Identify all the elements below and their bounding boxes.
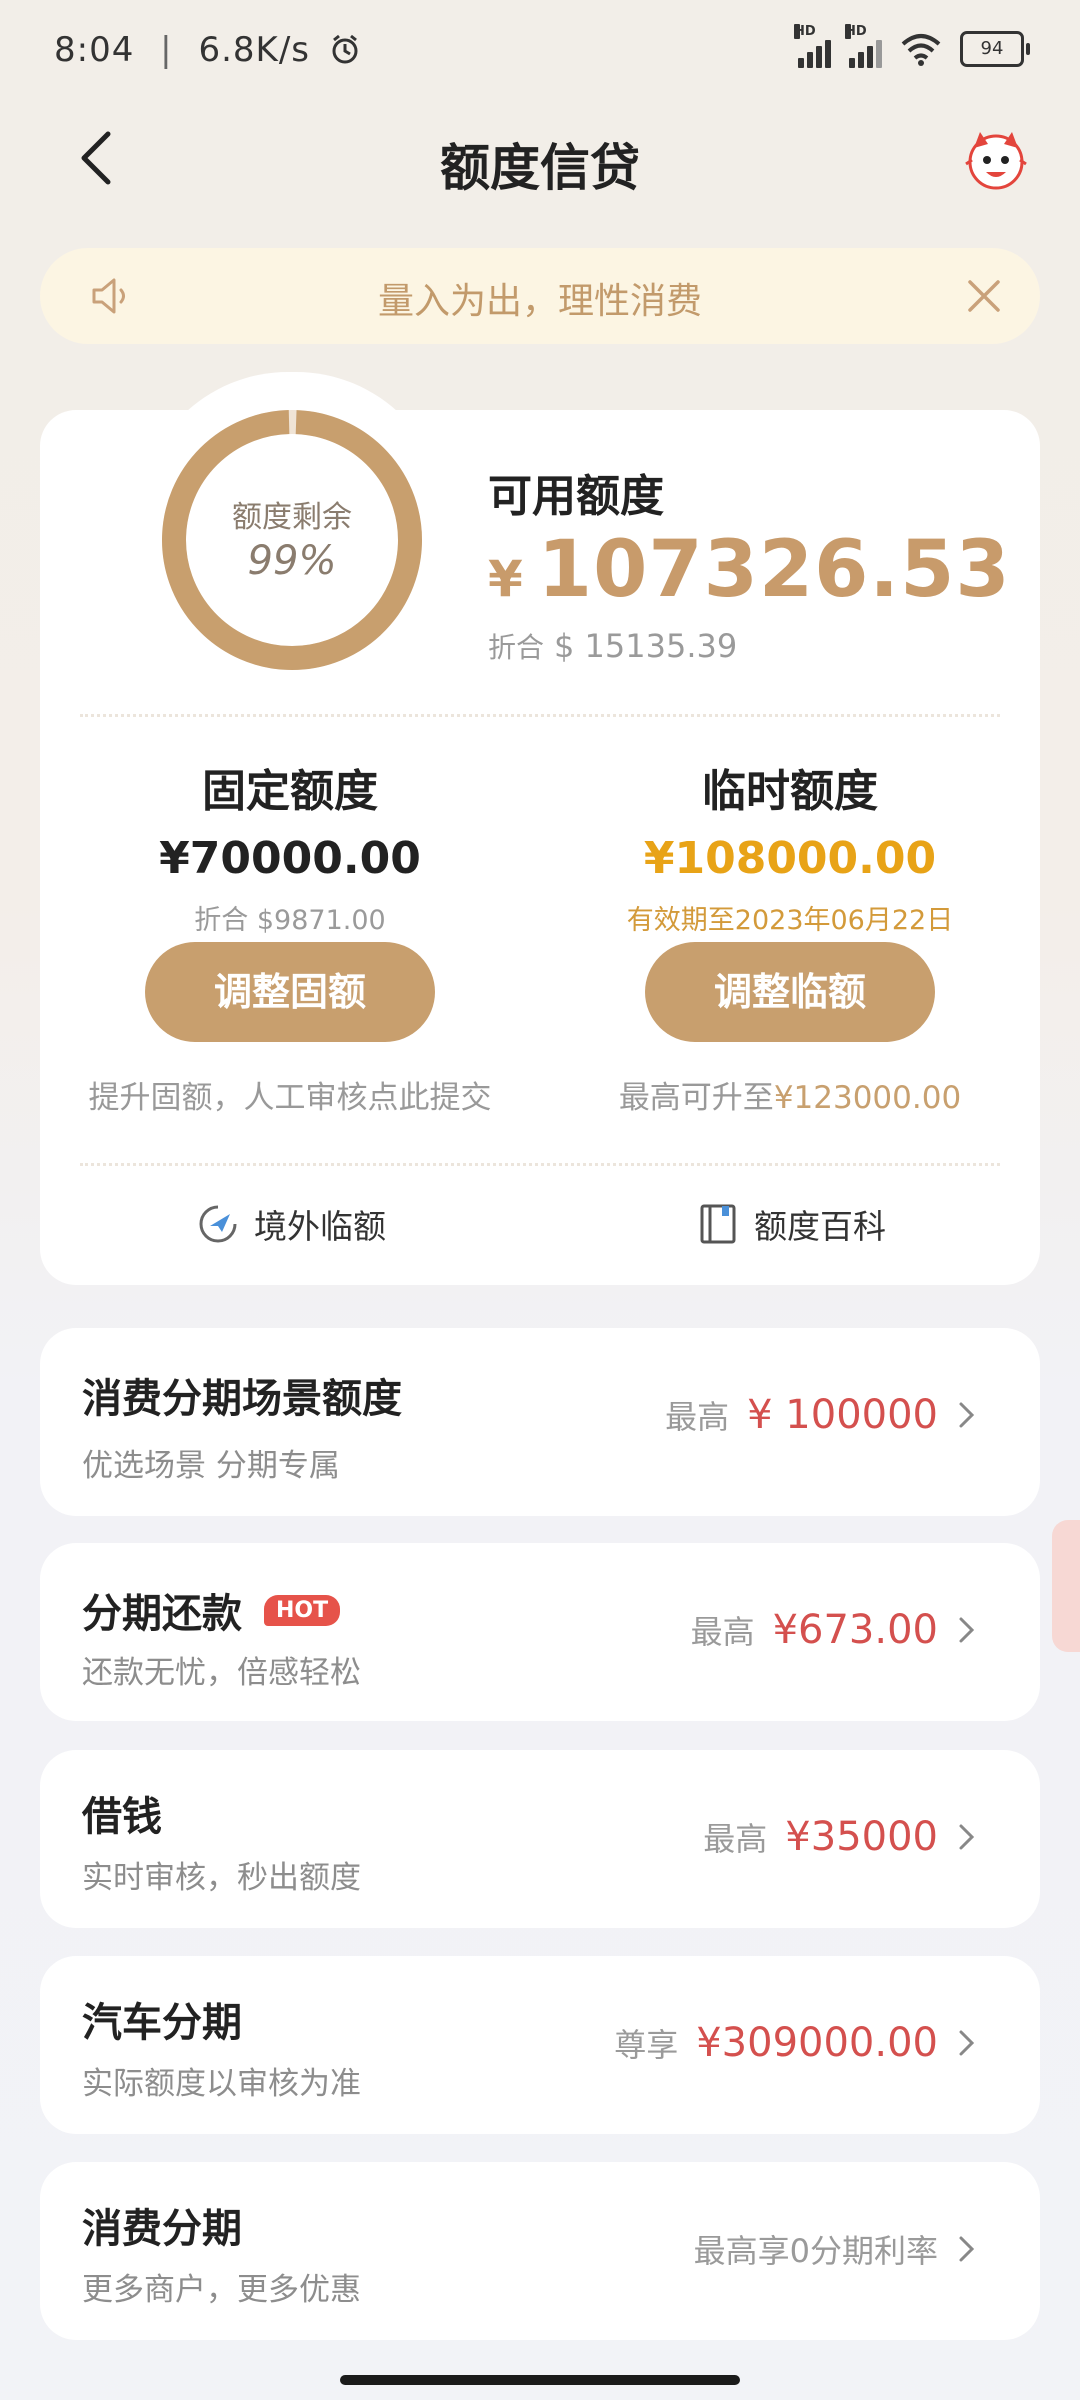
chevron-right-icon xyxy=(959,1617,975,1643)
wifi-icon xyxy=(901,34,941,66)
fixed-sub: 折合 $9871.00 xyxy=(194,905,386,936)
status-bar: 8:04 | 6.8K/s HD HD 94 xyxy=(0,0,1080,100)
list-item-car-installment[interactable]: 汽车分期 实际额度以审核为准 尊享 ¥309000.00 xyxy=(40,1956,1040,2134)
credit-ring: 额度剩余 99% xyxy=(160,408,424,672)
fixed-amount: ¥70000.00 xyxy=(159,833,421,884)
nav-bar: 额度信贷 xyxy=(0,100,1080,220)
item-subtitle: 实际额度以审核为准 xyxy=(82,2066,361,2102)
item-right: 最高 ¥35000 xyxy=(703,1814,978,1860)
temporary-amount: ¥108000.00 xyxy=(643,833,937,884)
chevron-right-icon xyxy=(959,2236,975,2262)
alarm-icon xyxy=(332,34,358,64)
ring-label: 额度剩余 xyxy=(232,500,352,535)
item-title: 借钱 xyxy=(82,1794,162,1840)
fixed-credit: 固定额度 ¥70000.00 折合 $9871.00 xyxy=(60,755,520,937)
fixed-title: 固定额度 xyxy=(202,766,378,817)
temporary-hint[interactable]: 最高可升至¥123000.00 xyxy=(540,1072,1040,1117)
list-item-borrow[interactable]: 借钱 实时审核，秒出额度 最高 ¥35000 xyxy=(40,1750,1040,1928)
list-item-scene-credit[interactable]: 消费分期场景额度 优选场景 分期专属 最高 ¥ 100000 xyxy=(40,1328,1040,1516)
signal-icon-2: HD xyxy=(845,24,882,68)
item-subtitle: 还款无忧，倍感轻松 xyxy=(82,1655,361,1691)
battery-icon: 94 xyxy=(960,31,1030,67)
divider xyxy=(80,1163,1000,1166)
divider xyxy=(80,714,1000,717)
notice-banner: 量入为出，理性消费 xyxy=(40,248,1040,344)
temporary-credit: 临时额度 ¥108000.00 有效期至2023年06月22日 xyxy=(560,755,1020,937)
signal-icon: HD xyxy=(794,24,831,68)
temporary-title: 临时额度 xyxy=(702,766,878,817)
network-speed: 6.8K/s xyxy=(198,30,310,70)
item-right: 最高享0分期利率 xyxy=(694,2226,978,2272)
list-item-installment-repay[interactable]: 分期还款 HOT 还款无忧，倍感轻松 最高 ¥673.00 xyxy=(40,1543,1040,1721)
item-title: 消费分期场景额度 xyxy=(82,1376,402,1422)
page-title: 额度信贷 xyxy=(440,139,640,197)
item-title: 分期还款 HOT xyxy=(82,1581,341,1639)
floating-promo-tab[interactable] xyxy=(1052,1520,1080,1652)
mascot-icon[interactable] xyxy=(960,124,1032,196)
hot-badge: HOT xyxy=(264,1594,341,1626)
book-icon xyxy=(700,1204,736,1244)
available-title: 可用额度 xyxy=(488,471,664,522)
temporary-sub: 有效期至2023年06月22日 xyxy=(626,905,954,936)
notice-text: 量入为出，理性消费 xyxy=(377,281,702,322)
item-title: 消费分期 xyxy=(82,2206,242,2252)
quick-link-label: 境外临额 xyxy=(254,1207,386,1246)
ring-percent: 99% xyxy=(247,538,337,584)
item-right: 最高 ¥ 100000 xyxy=(665,1392,978,1438)
chevron-right-icon xyxy=(959,1824,975,1850)
item-right: 尊享 ¥309000.00 xyxy=(614,2020,978,2066)
list-item-consumer-installment[interactable]: 消费分期 更多商户，更多优惠 最高享0分期利率 xyxy=(40,2162,1040,2340)
credit-wiki-link[interactable]: 额度百科 xyxy=(696,1200,886,1248)
item-title: 汽车分期 xyxy=(82,2000,242,2046)
chevron-right-icon xyxy=(959,2030,975,2056)
fixed-hint[interactable]: 提升固额，人工审核点此提交 xyxy=(40,1072,540,1117)
item-subtitle: 优选场景 分期专属 xyxy=(82,1448,340,1484)
adjust-fixed-button[interactable]: 调整固额 xyxy=(145,942,435,1042)
item-subtitle: 更多商户，更多优惠 xyxy=(82,2272,361,2308)
home-indicator[interactable] xyxy=(340,2375,740,2385)
close-icon[interactable] xyxy=(962,274,1006,318)
available-usd: 折合 $ 15135.39 xyxy=(488,627,738,665)
item-subtitle: 实时审核，秒出额度 xyxy=(82,1860,361,1896)
overseas-temp-credit-link[interactable]: 境外临额 xyxy=(196,1200,386,1248)
quick-link-label: 额度百科 xyxy=(754,1207,886,1246)
status-time: 8:04 | 6.8K/s xyxy=(54,30,362,70)
item-right: 最高 ¥673.00 xyxy=(691,1607,978,1653)
available-amount: ¥107326.53 xyxy=(488,525,1011,615)
chevron-right-icon xyxy=(959,1402,975,1428)
adjust-temporary-button[interactable]: 调整临额 xyxy=(645,942,935,1042)
plane-icon xyxy=(199,1205,237,1243)
